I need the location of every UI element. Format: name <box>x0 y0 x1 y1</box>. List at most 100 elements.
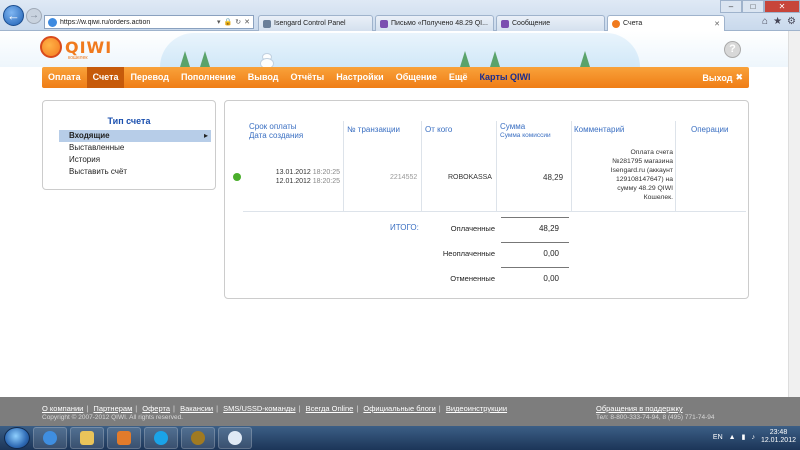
skype-icon <box>154 431 168 445</box>
footer-link-videos[interactable]: Видеоинструкции <box>446 404 507 413</box>
comment-line: №281795 магазина <box>612 158 673 165</box>
created-date: 12.01.2012 <box>275 178 311 185</box>
tab-letter[interactable]: Письмо «Получено 48.29 QI... <box>375 15 494 31</box>
game-icon <box>191 431 205 445</box>
comment-line: 129108147647) на <box>615 176 673 183</box>
tab-invoices[interactable]: Счета ✕ <box>607 15 725 31</box>
tree-decoration <box>460 51 470 67</box>
nav-transfer[interactable]: Перевод <box>124 67 174 88</box>
column-divider <box>571 121 572 211</box>
paid-status-icon <box>233 173 241 181</box>
tab-isengard[interactable]: Isengard Control Panel <box>258 15 373 31</box>
nav-more[interactable]: Ещё <box>443 67 474 88</box>
page-scrollbar[interactable] <box>788 31 800 397</box>
tab-label: Isengard Control Panel <box>274 20 346 27</box>
language-indicator[interactable]: EN <box>713 434 723 441</box>
nav-reports[interactable]: Отчёты <box>284 67 330 88</box>
footer-link-blogs[interactable]: Официальные блоги <box>363 404 435 413</box>
support-phones: Тел: 8-800-333-74-94, 8 (495) 771-74-94 <box>596 414 715 421</box>
nav-withdraw[interactable]: Вывод <box>242 67 285 88</box>
column-header-comment: Комментарий <box>574 125 625 134</box>
home-icon[interactable]: ⌂ <box>762 16 768 27</box>
url-text[interactable]: https://w.qiwi.ru/orders.action <box>60 19 214 26</box>
page-icon <box>263 19 271 28</box>
search-icon[interactable]: ▾ <box>217 18 221 26</box>
invoice-type-history[interactable]: История <box>59 154 211 166</box>
support-link[interactable]: Обращения в поддержку <box>596 404 683 413</box>
tree-decoration <box>180 51 190 67</box>
logo-subtext: кошелек <box>68 55 88 61</box>
tray-arrow-icon[interactable]: ▲ <box>729 434 736 441</box>
tree-decoration <box>490 51 500 67</box>
column-divider <box>343 121 344 211</box>
footer-link-sms[interactable]: SMS/USSD-команды <box>223 404 295 413</box>
taskbar-wow[interactable] <box>181 427 215 449</box>
start-button[interactable] <box>4 427 30 449</box>
clock-date: 12.01.2012 <box>760 437 796 444</box>
paid-value: 48,29 <box>538 224 559 233</box>
stop-icon[interactable]: ✕ <box>244 18 250 26</box>
tab-label: Сообщение <box>512 20 551 27</box>
toolbar-icons: ⌂ ★ ⚙ <box>762 16 796 27</box>
totals-divider <box>501 267 569 268</box>
tab-message[interactable]: Сообщение <box>496 15 605 31</box>
gear-icon[interactable]: ⚙ <box>787 16 796 27</box>
help-icon[interactable]: ? <box>724 41 741 58</box>
back-button[interactable]: ← <box>3 5 24 26</box>
taskbar-skype[interactable] <box>144 427 178 449</box>
column-divider <box>421 121 422 211</box>
column-header-transaction[interactable]: № транзакции <box>347 125 400 134</box>
footer-link-offer[interactable]: Оферта <box>142 404 170 413</box>
taskbar-app[interactable] <box>218 427 252 449</box>
taskbar-media[interactable] <box>107 427 141 449</box>
maximize-button[interactable]: □ <box>742 0 764 13</box>
refresh-icon[interactable]: ↻ <box>235 18 241 26</box>
clock-time: 23:48 <box>769 429 788 436</box>
nav-invoices[interactable]: Счета <box>86 67 125 88</box>
cell-from: ROBOKASSA <box>448 174 492 181</box>
site-header: QIWI кошелек ? <box>0 31 800 67</box>
column-header-sum[interactable]: Сумма Сумма комиссии <box>500 122 551 140</box>
cell-transaction: 2214552 <box>390 174 418 181</box>
unpaid-label: Неоплаченные <box>442 249 495 258</box>
volume-icon[interactable]: ♪ <box>751 434 755 441</box>
nav-qiwi-cards[interactable]: Карты QIWI <box>473 67 536 88</box>
tree-decoration <box>200 51 210 67</box>
footer-link-online[interactable]: Всегда Online <box>306 404 354 413</box>
forward-button[interactable]: → <box>26 8 42 24</box>
due-time: 18:20:25 <box>312 169 340 176</box>
column-header-from[interactable]: От кого <box>425 125 452 134</box>
cancelled-label: Отмененные <box>450 274 495 283</box>
invoice-type-create[interactable]: Выставить счёт <box>59 166 211 178</box>
tree-decoration <box>580 51 590 67</box>
taskbar: EN ▲ ▮ ♪ 23:48 12.01.2012 <box>0 426 800 450</box>
clock[interactable]: 23:48 12.01.2012 <box>761 429 796 445</box>
header-created-date: Дата создания <box>249 131 304 140</box>
nav-payment[interactable]: Оплата <box>42 67 87 88</box>
column-header-date[interactable]: Срок оплаты Дата создания <box>249 122 303 140</box>
taskbar-explorer[interactable] <box>70 427 104 449</box>
address-bar[interactable]: https://w.qiwi.ru/orders.action ▾ 🔒 ↻ ✕ <box>44 15 254 29</box>
copyright: Copyright © 2007-2012 QIWI. All rights r… <box>42 414 183 421</box>
paid-label: Оплаченные <box>450 224 495 233</box>
minimize-button[interactable]: – <box>720 0 742 13</box>
totals-divider <box>501 242 569 243</box>
nav-topup[interactable]: Пополнение <box>175 67 242 88</box>
invoice-type-incoming[interactable]: Входящие <box>59 130 211 142</box>
favorites-icon[interactable]: ★ <box>773 16 782 27</box>
footer-link-about[interactable]: О компании <box>42 404 83 413</box>
logout-button[interactable]: Выход ✖ <box>702 72 749 83</box>
taskbar-ie[interactable] <box>33 427 67 449</box>
window-close-button[interactable]: ✕ <box>764 0 800 13</box>
invoice-type-issued[interactable]: Выставленные <box>59 142 211 154</box>
qiwi-logo[interactable]: QIWI кошелек <box>40 36 112 61</box>
nav-messages[interactable]: Общение <box>390 67 443 88</box>
footer-link-jobs[interactable]: Вакансии <box>180 404 213 413</box>
cancelled-value: 0,00 <box>543 274 559 283</box>
footer-link-partners[interactable]: Партнерам <box>93 404 132 413</box>
close-icon[interactable]: ✕ <box>711 20 720 28</box>
lock-icon[interactable]: 🔒 <box>224 18 233 26</box>
network-icon[interactable]: ▮ <box>742 433 746 441</box>
site-footer: О компании | Партнерам | Оферта | Вакансии |… <box>0 397 800 426</box>
nav-settings[interactable]: Настройки <box>330 67 389 88</box>
